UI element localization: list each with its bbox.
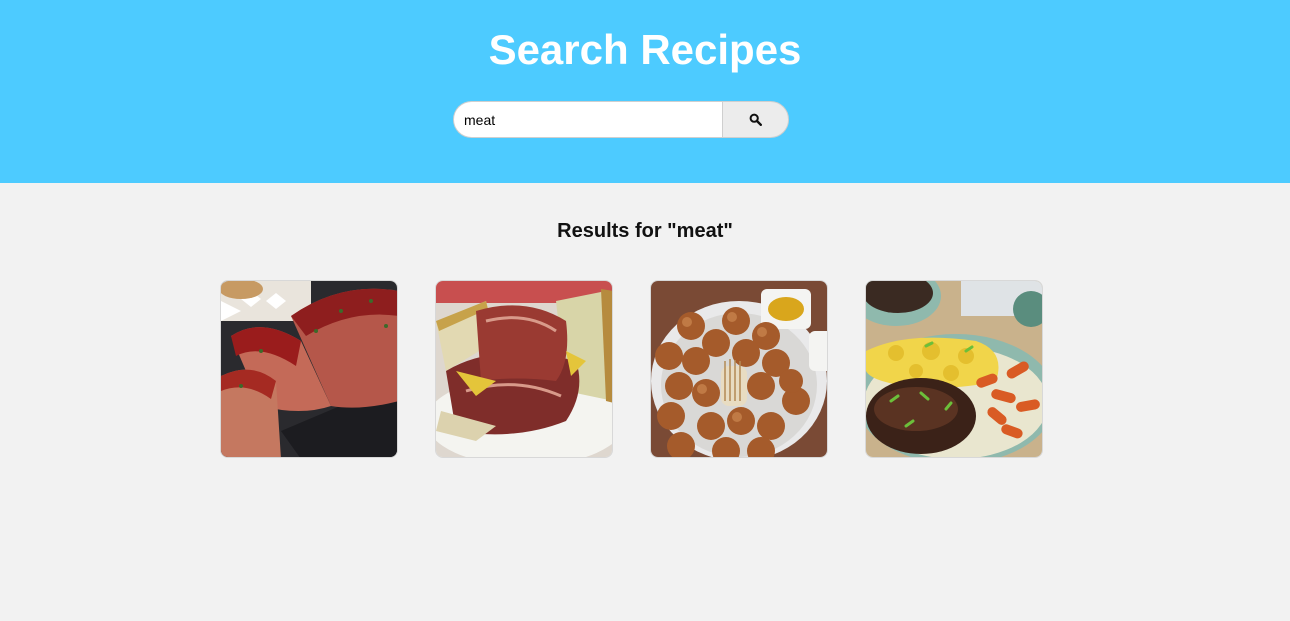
results-heading: Results for "meat" xyxy=(557,220,733,242)
salisbury-steak-image xyxy=(866,281,1042,457)
meatballs-image xyxy=(651,281,827,457)
pastrami-sandwich-image xyxy=(436,281,612,457)
search-button[interactable] xyxy=(722,101,789,138)
search-icon xyxy=(749,113,762,126)
meatloaf-recipe-card[interactable] xyxy=(220,280,398,458)
header-banner: Search Recipes xyxy=(0,0,1290,183)
page-title: Search Recipes xyxy=(488,26,802,73)
salisbury-steak-recipe-card[interactable] xyxy=(865,280,1043,458)
pastrami-sandwich-recipe-card[interactable] xyxy=(435,280,613,458)
meatballs-recipe-card[interactable] xyxy=(650,280,828,458)
search-input[interactable] xyxy=(453,101,722,138)
meatloaf-image xyxy=(221,281,397,457)
search-bar xyxy=(453,101,789,138)
